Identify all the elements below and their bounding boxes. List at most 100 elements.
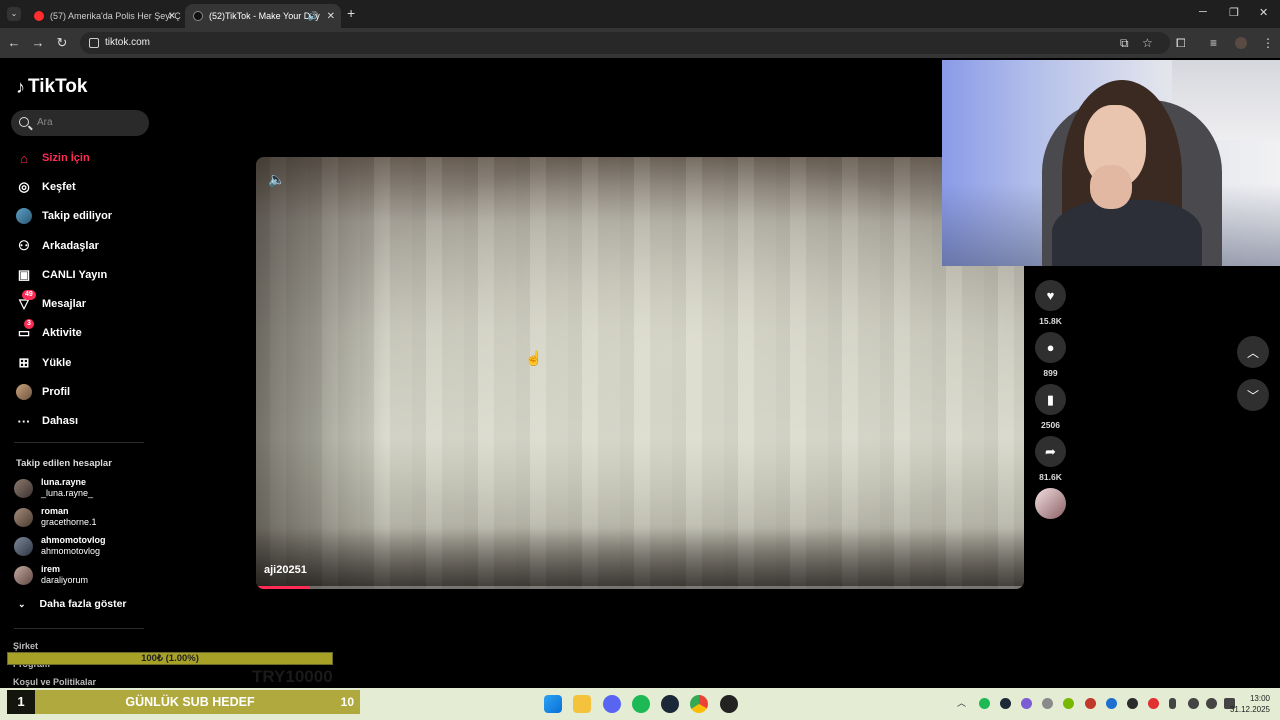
minimize-icon[interactable]: ─ [1199, 6, 1207, 18]
next-video-button[interactable]: ﹀ [1237, 379, 1269, 411]
tab-list-icon[interactable]: ⌄ [7, 7, 21, 21]
bookmark-star-icon[interactable]: ☆ [1142, 36, 1153, 50]
save-button[interactable]: ▮ [1035, 384, 1066, 415]
nav-explore[interactable]: ◎ Keşfet [16, 177, 76, 197]
footer-link-company[interactable]: Şirket [13, 641, 38, 651]
tray-app-icon[interactable] [1042, 698, 1053, 709]
live-icon: ▣ [17, 267, 31, 282]
messages-icon: ▽ 49 [16, 290, 36, 312]
nav-label: Keşfet [42, 181, 76, 193]
browser-toolbar: ← → ↻ tiktok.com ⧉ ☆ ⧠ ≡ ⋮ [0, 28, 1280, 58]
streamer-body [1052, 200, 1202, 266]
video-gradient [256, 529, 1024, 589]
close-window-icon[interactable]: ✕ [1259, 6, 1268, 19]
nav-label: Takip ediliyor [42, 210, 113, 222]
tiktok-logo[interactable]: ♪ TikTok [16, 76, 87, 98]
nav-profile[interactable]: Profil [16, 382, 70, 402]
reload-icon[interactable]: ↻ [54, 35, 70, 51]
following-icon [16, 208, 32, 224]
video-player[interactable]: 🔈 aji20251 [256, 157, 1024, 589]
windows-start-icon[interactable] [544, 695, 562, 713]
comment-count: 899 [1043, 368, 1058, 378]
donation-goal-target: TRY10000 [252, 667, 333, 686]
upload-icon: ⊞ [18, 355, 30, 370]
chrome-icon[interactable] [690, 695, 708, 713]
like-button[interactable]: ♥ [1035, 280, 1066, 311]
save-count: 2506 [1041, 420, 1060, 430]
wifi-icon[interactable] [1188, 698, 1199, 709]
sound-disc[interactable] [1035, 488, 1066, 519]
nav-upload[interactable]: ⊞ Yükle [16, 353, 72, 373]
new-tab-button[interactable]: + [347, 5, 355, 21]
nav-more[interactable]: ··· Dahası [16, 411, 79, 431]
spotify-icon[interactable] [632, 695, 650, 713]
site-info-icon[interactable] [89, 38, 99, 48]
tab-title: (57) Amerika'da Polis Her Şeyi Ç [50, 11, 181, 21]
avatar [14, 565, 33, 585]
close-tab-icon[interactable]: ✕ [327, 11, 335, 22]
steam-icon[interactable] [661, 695, 679, 713]
nav-following[interactable]: Takip ediliyor [16, 206, 112, 226]
profile-avatar-icon[interactable] [1235, 37, 1247, 49]
nav-activity[interactable]: ▭ 3 Aktivite [16, 319, 82, 343]
nav-live[interactable]: ▣ CANLI Yayın [16, 265, 107, 285]
address-bar[interactable]: tiktok.com [80, 32, 1170, 54]
browser-tab-bar: ⌄ (57) Amerika'da Polis Her Şeyi Ç ✕ (52… [0, 0, 1280, 28]
account-username: luna.rayne [41, 477, 87, 487]
tray-record-icon[interactable] [1148, 698, 1159, 709]
account-username: irem [41, 564, 61, 574]
previous-video-button[interactable]: ︿ [1237, 336, 1269, 368]
nav-for-you[interactable]: ⌂ Sizin İçin [16, 148, 90, 168]
discord-icon[interactable] [603, 695, 621, 713]
forward-icon[interactable]: → [30, 35, 46, 51]
account-username: ahmomotovlog [41, 535, 106, 545]
like-count: 15.8K [1039, 316, 1062, 326]
tray-steam-icon[interactable] [1000, 698, 1011, 709]
tab-audio-icon[interactable]: 🔊 [308, 11, 319, 22]
menu-icon[interactable]: ⋮ [1262, 36, 1274, 50]
system-clock[interactable]: 13:00 31.12.2025 [1230, 693, 1270, 715]
tray-browser-icon[interactable] [1106, 698, 1117, 709]
account-item[interactable]: luna.rayne _luna.rayne_ [14, 475, 93, 501]
account-item[interactable]: roman gracethorne.1 [14, 504, 97, 530]
chevron-down-icon: ⌄ [18, 598, 26, 609]
footer-link-terms[interactable]: Koşul ve Politikalar [13, 677, 96, 687]
obs-icon[interactable] [720, 695, 738, 713]
compass-icon: ◎ [18, 179, 30, 194]
tray-overflow-icon[interactable]: ︿ [957, 698, 968, 709]
tab-tiktok[interactable]: (52)TikTok - Make Your Day 🔊 ✕ [185, 4, 341, 28]
tray-pen-icon[interactable] [1021, 698, 1032, 709]
tab-youtube[interactable]: (57) Amerika'da Polis Her Şeyi Ç ✕ [26, 4, 182, 28]
sub-goal-label: GÜNLÜK SUB HEDEF [125, 695, 255, 709]
clock-date: 31.12.2025 [1229, 705, 1270, 714]
logo-text: TikTok [28, 76, 88, 97]
video-author[interactable]: aji20251 [264, 564, 307, 576]
share-button[interactable]: ➦ [1035, 436, 1066, 467]
video-progress-bar[interactable] [256, 586, 1024, 589]
account-item[interactable]: irem daraliyorum [14, 562, 88, 588]
account-item[interactable]: ahmomotovlog ahmomotovlog [14, 533, 106, 559]
tray-chat-icon[interactable] [1127, 698, 1138, 709]
video-shadow [256, 157, 386, 589]
extensions-icon[interactable]: ⧠ [1176, 36, 1186, 51]
tray-shield-icon[interactable] [1085, 698, 1096, 709]
friends-icon: ⚇ [18, 238, 30, 253]
volume-icon[interactable]: 🔈 [268, 171, 285, 188]
file-explorer-icon[interactable] [573, 695, 591, 713]
tray-spotify-icon[interactable] [979, 698, 990, 709]
comment-button[interactable]: ● [1035, 332, 1066, 363]
close-tab-icon[interactable]: ✕ [168, 11, 176, 22]
media-control-icon[interactable]: ≡ [1210, 36, 1217, 50]
volume-tray-icon[interactable] [1206, 698, 1217, 709]
back-icon[interactable]: ← [6, 35, 22, 51]
profile-icon [16, 384, 32, 400]
nav-friends[interactable]: ⚇ Arkadaşlar [16, 236, 99, 256]
install-app-icon[interactable]: ⧉ [1120, 36, 1129, 51]
microphone-icon[interactable] [1169, 698, 1176, 709]
tray-nvidia-icon[interactable] [1063, 698, 1074, 709]
restore-icon[interactable]: ❐ [1229, 6, 1239, 19]
search-input[interactable]: Ara [11, 110, 149, 136]
account-nickname: _luna.rayne_ [41, 488, 94, 498]
show-more-button[interactable]: ⌄ Daha fazla göster [18, 598, 127, 610]
nav-messages[interactable]: ▽ 49 Mesajlar [16, 290, 86, 314]
